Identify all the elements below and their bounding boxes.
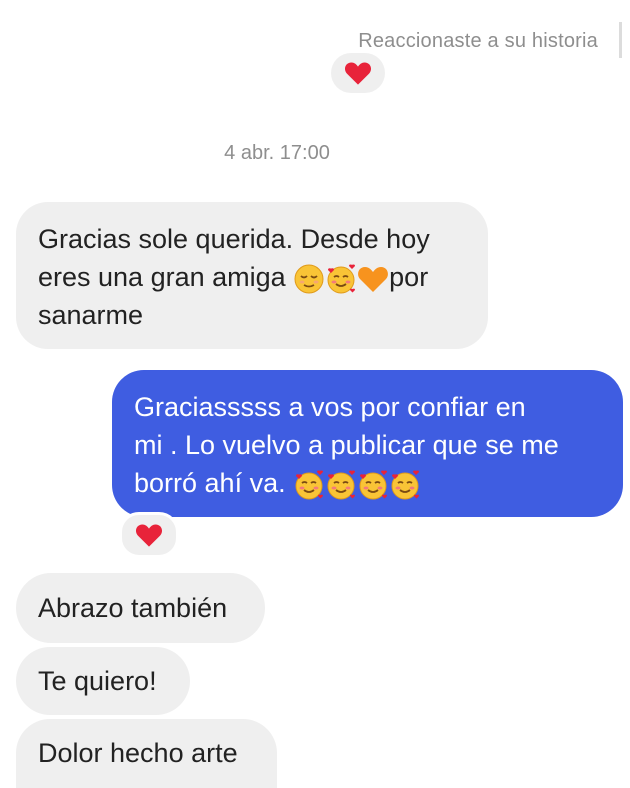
message-text: mi . Lo vuelvo a publicar que se me	[134, 430, 559, 460]
message-text: borró ahí va.	[134, 464, 601, 502]
message-bubble-incoming[interactable]: Abrazo también	[16, 573, 265, 643]
message-bubble-outgoing[interactable]: Graciasssss a vos por confiar en mi . Lo…	[112, 370, 623, 517]
relieved-face-emoji	[294, 264, 324, 294]
smiling-face-with-hearts-emoji	[327, 264, 356, 294]
message-bubble-incoming[interactable]: Te quiero!	[16, 647, 190, 715]
message-text: sanarme	[38, 300, 144, 330]
emoji-group	[293, 469, 421, 501]
smiling-face-with-hearts-emoji	[295, 470, 324, 500]
smiling-face-with-hearts-emoji	[359, 470, 388, 500]
message-bubble-incoming[interactable]: Gracias sole querida. Desde hoy eres una…	[16, 202, 488, 349]
message-text: Dolor hecho arte	[38, 738, 238, 768]
orange-heart-emoji	[358, 266, 389, 292]
story-reaction-note: Reaccionaste a su historia	[358, 30, 598, 52]
emoji-group	[293, 263, 389, 295]
message-text: Te quiero!	[38, 666, 157, 696]
message-text: Graciasssss a vos por confiar en	[134, 392, 526, 422]
message-timestamp: 4 abr. 17:00	[224, 142, 330, 164]
message-text: Abrazo también	[38, 593, 228, 623]
story-preview-bar[interactable]	[619, 22, 622, 58]
message-text: Gracias sole querida. Desde hoy	[38, 224, 430, 254]
heart-icon	[135, 524, 163, 547]
heart-icon	[344, 62, 372, 85]
smiling-face-with-hearts-emoji	[391, 470, 420, 500]
message-text: eres una gran amiga por	[38, 258, 466, 296]
message-bubble-incoming[interactable]: Dolor hecho arte	[16, 719, 277, 788]
smiling-face-with-hearts-emoji	[327, 470, 356, 500]
message-reaction[interactable]	[119, 512, 179, 558]
story-reaction[interactable]	[331, 53, 385, 93]
